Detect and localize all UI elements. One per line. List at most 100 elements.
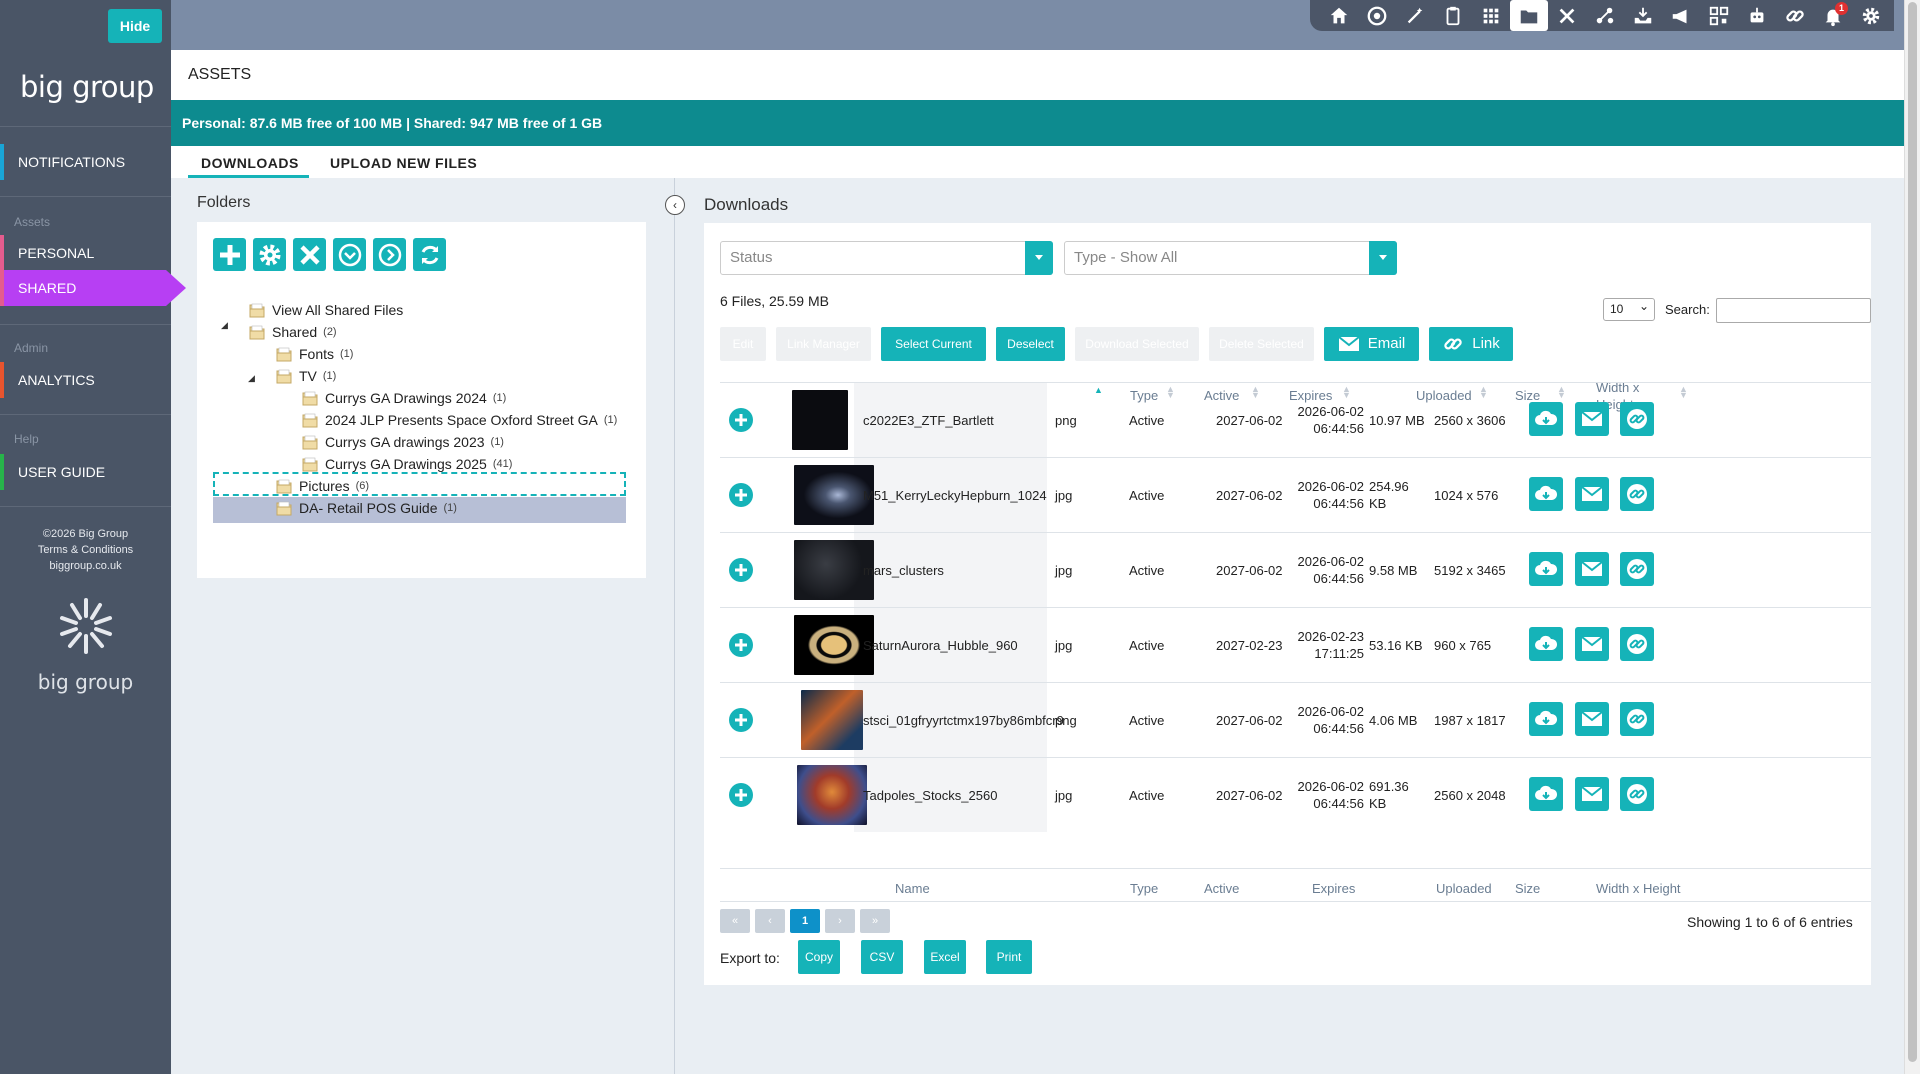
collapse-folders-button[interactable]: ‹ (665, 195, 685, 215)
table-row[interactable]: c2022E3_ZTF_Bartlett png Active 2027-06-02 2… (720, 382, 1871, 457)
download-file-button[interactable] (1529, 627, 1563, 661)
add-to-selection-button[interactable] (729, 633, 753, 657)
brand-logo[interactable]: big group (20, 70, 154, 104)
export-excel-button[interactable]: Excel (924, 940, 966, 974)
type-filter-select[interactable]: Type - Show All (1064, 241, 1397, 275)
folder-icon[interactable] (1510, 0, 1548, 31)
home-icon[interactable] (1320, 0, 1358, 31)
robot-icon[interactable] (1738, 0, 1776, 31)
table-row[interactable]: mars_clusters jpg Active 2027-06-02 2026-06-… (720, 532, 1871, 607)
tab-downloads[interactable]: DOWNLOADS (188, 146, 309, 178)
link-manager-button[interactable]: Link Manager (776, 327, 871, 361)
email-file-button[interactable] (1575, 477, 1609, 511)
help-circle-icon[interactable] (1358, 0, 1396, 31)
megaphone-icon[interactable] (1662, 0, 1700, 31)
pagination-next[interactable]: › (825, 909, 855, 933)
status-filter-select[interactable]: Status (720, 241, 1053, 275)
folder-item-currys-2025[interactable]: Currys GA Drawings 2025 (41) (302, 453, 512, 475)
folder-item-currys-2023[interactable]: Currys GA drawings 2023 (1) (302, 431, 504, 453)
folder-item-jlp-2024[interactable]: 2024 JLP Presents Space Oxford Street GA… (302, 409, 617, 431)
email-file-button[interactable] (1575, 552, 1609, 586)
export-csv-button[interactable]: CSV (861, 940, 903, 974)
chevron-down-icon[interactable] (1369, 241, 1397, 275)
export-print-button[interactable]: Print (986, 940, 1032, 974)
bell-icon[interactable]: 1 (1814, 0, 1852, 31)
expand-all-button[interactable] (333, 238, 366, 271)
file-thumbnail[interactable] (794, 615, 874, 675)
qr-icon[interactable] (1700, 0, 1738, 31)
terms-link[interactable]: Terms & Conditions (0, 542, 171, 558)
tree-toggle-shared[interactable]: ◢ (221, 320, 228, 331)
file-thumbnail[interactable] (794, 465, 874, 525)
table-row[interactable]: stsci_01gfryyrtctmx197by86mbfcr9 png Activ… (720, 682, 1871, 757)
folder-item-shared[interactable]: Shared (2) (249, 321, 337, 343)
download-file-button[interactable] (1529, 552, 1563, 586)
share-link-button[interactable] (1620, 477, 1654, 511)
folder-item-fonts[interactable]: Fonts (1) (276, 343, 353, 365)
table-row[interactable]: Tadpoles_Stocks_2560 jpg Active 2027-06-02 2… (720, 757, 1871, 832)
download-file-button[interactable] (1529, 477, 1563, 511)
add-to-selection-button[interactable] (729, 708, 753, 732)
file-thumbnail[interactable] (801, 690, 863, 750)
add-to-selection-button[interactable] (729, 558, 753, 582)
download-file-button[interactable] (1529, 777, 1563, 811)
tab-upload-new-files[interactable]: UPLOAD NEW FILES (330, 146, 477, 178)
inbox-icon[interactable] (1624, 0, 1662, 31)
tree-toggle-tv[interactable]: ◢ (248, 373, 255, 384)
delete-selected-button[interactable]: Delete Selected (1209, 327, 1314, 361)
chevron-down-icon[interactable] (1025, 241, 1053, 275)
sidebar-item-analytics[interactable]: ANALYTICS (0, 362, 171, 398)
link-button[interactable]: Link (1429, 327, 1513, 361)
sidebar-item-notifications[interactable]: NOTIFICATIONS (0, 144, 171, 180)
folder-item-currys-2024[interactable]: Currys GA Drawings 2024 (1) (302, 387, 506, 409)
folder-item-pictures[interactable]: Pictures (6) (276, 475, 369, 497)
share-link-button[interactable] (1620, 777, 1654, 811)
page-length-select[interactable]: 10 (1603, 296, 1655, 321)
download-selected-button[interactable]: Download Selected (1075, 327, 1199, 361)
edit-button[interactable]: Edit (720, 327, 766, 361)
email-button[interactable]: Email (1324, 327, 1419, 361)
add-folder-button[interactable] (213, 238, 246, 271)
collapse-all-button[interactable] (373, 238, 406, 271)
sidebar-item-user-guide[interactable]: USER GUIDE (0, 454, 171, 490)
folder-settings-button[interactable] (253, 238, 286, 271)
table-row[interactable]: M51_KerryLeckyHepburn_1024 jpg Active 2027-… (720, 457, 1871, 532)
page-scrollbar[interactable] (1904, 0, 1920, 1074)
gear-icon[interactable] (1852, 0, 1890, 31)
folder-item-view-all-shared[interactable]: View All Shared Files (249, 299, 409, 321)
download-file-button[interactable] (1529, 702, 1563, 736)
link-icon[interactable] (1776, 0, 1814, 31)
network-icon[interactable] (1586, 0, 1624, 31)
search-input[interactable] (1716, 298, 1871, 323)
share-link-button[interactable] (1620, 702, 1654, 736)
pagination-prev[interactable]: ‹ (755, 909, 785, 933)
pagination-page-1[interactable]: 1 (790, 909, 820, 933)
add-to-selection-button[interactable] (729, 483, 753, 507)
clipboard-icon[interactable] (1434, 0, 1472, 31)
table-row[interactable]: SaturnAurora_Hubble_960 jpg Active 2027-02-… (720, 607, 1871, 682)
magic-icon[interactable] (1396, 0, 1434, 31)
pagination-first[interactable]: « (720, 909, 750, 933)
share-link-button[interactable] (1620, 402, 1654, 436)
sidebar-item-personal[interactable]: PERSONAL (0, 235, 171, 271)
grid-icon[interactable] (1472, 0, 1510, 31)
file-thumbnail[interactable] (792, 390, 848, 450)
email-file-button[interactable] (1575, 702, 1609, 736)
tools-icon[interactable] (1548, 0, 1586, 31)
email-file-button[interactable] (1575, 402, 1609, 436)
email-file-button[interactable] (1575, 627, 1609, 661)
file-thumbnail[interactable] (797, 765, 867, 825)
delete-folder-button[interactable] (293, 238, 326, 271)
sidebar-item-shared[interactable]: SHARED (0, 270, 186, 306)
file-thumbnail[interactable] (794, 540, 874, 600)
hide-sidebar-button[interactable]: Hide (108, 9, 162, 43)
share-link-button[interactable] (1620, 627, 1654, 661)
pagination-last[interactable]: » (860, 909, 890, 933)
email-file-button[interactable] (1575, 777, 1609, 811)
select-current-page-button[interactable]: Select Current Page (881, 327, 986, 385)
share-link-button[interactable] (1620, 552, 1654, 586)
folder-item-tv[interactable]: TV (1) (276, 365, 336, 387)
scrollbar-thumb[interactable] (1908, 2, 1917, 1062)
site-link[interactable]: biggroup.co.uk (0, 558, 171, 574)
deselect-button[interactable]: Deselect (996, 327, 1065, 361)
